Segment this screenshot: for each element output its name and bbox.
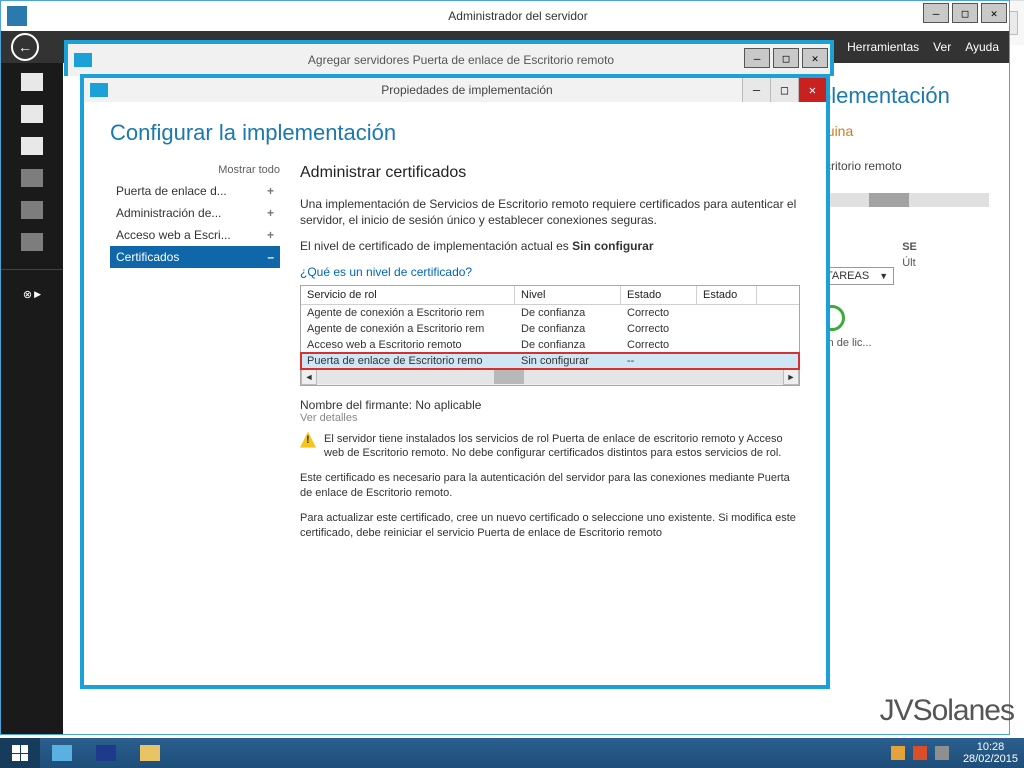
- table-h-scrollbar[interactable]: ◄ ►: [301, 369, 799, 385]
- menu-ver[interactable]: Ver: [933, 40, 951, 54]
- table-row-selected[interactable]: Puerta de enlace de Escritorio remoSin c…: [301, 353, 799, 369]
- sidebar-rds-icon[interactable]: [21, 233, 43, 251]
- nav-item-webaccess[interactable]: Acceso web a Escri...+: [110, 224, 280, 246]
- bg-lic-label: ión de lic...: [819, 337, 1009, 349]
- dialog-right-pane: Administrar certificados Una implementac…: [300, 164, 800, 675]
- table-row[interactable]: Agente de conexión a Escritorio remDe co…: [301, 305, 799, 321]
- menu-herramientas[interactable]: Herramientas: [847, 40, 919, 54]
- sidebar-dashboard-icon[interactable]: [21, 73, 43, 91]
- what-is-cert-level-link[interactable]: ¿Qué es un nivel de certificado?: [300, 265, 800, 279]
- main-minimize-button[interactable]: —: [923, 3, 949, 23]
- sidebar-nps-icon[interactable]: [21, 201, 43, 219]
- taskbar-clock[interactable]: 10:28 28/02/2015: [957, 741, 1024, 765]
- bg-ult-label: Últ: [902, 257, 917, 269]
- wizard-maximize-button[interactable]: □: [773, 48, 799, 68]
- deployment-properties-dialog: Propiedades de implementación — □ ✕ Conf…: [80, 74, 830, 689]
- th-nivel[interactable]: Nivel: [515, 286, 621, 304]
- main-maximize-button[interactable]: □: [952, 3, 978, 23]
- main-titlebar: Administrador del servidor — □ ✕: [1, 1, 1009, 31]
- dialog-nav: Mostrar todo Puerta de enlace d...+ Admi…: [110, 164, 280, 675]
- clock-time: 10:28: [963, 741, 1018, 753]
- bg-text: scritorio remoto: [819, 159, 1009, 173]
- system-tray: [891, 746, 957, 760]
- taskbar-server-manager[interactable]: [40, 738, 84, 768]
- wizard-close-button[interactable]: ✕: [802, 48, 828, 68]
- watermark-text: JVSolanes: [880, 694, 1014, 728]
- taskbar-explorer[interactable]: [128, 738, 172, 768]
- sidebar-iis-icon[interactable]: [21, 169, 43, 187]
- right-heading: Administrar certificados: [300, 164, 800, 182]
- dialog-title: Propiedades de implementación: [108, 83, 826, 97]
- scroll-right-icon[interactable]: ►: [783, 369, 799, 385]
- nav-item-admin[interactable]: Administración de...+: [110, 202, 280, 224]
- main-title: Administrador del servidor: [27, 9, 1009, 23]
- cert-purpose-text: Este certificado es necesario para la au…: [300, 471, 800, 501]
- bg-se-label: SE: [902, 241, 917, 253]
- dialog-heading: Configurar la implementación: [110, 120, 800, 146]
- tray-shield-icon[interactable]: [913, 746, 927, 760]
- sidebar-expand-button[interactable]: ⊗▶: [23, 288, 41, 301]
- wizard-title: Agregar servidores Puerta de enlace de E…: [92, 53, 830, 67]
- dialog-maximize-button[interactable]: □: [770, 78, 798, 102]
- dialog-close-button[interactable]: ✕: [798, 78, 826, 102]
- taskbar: 10:28 28/02/2015: [0, 738, 1024, 768]
- background-deployment-panel: plementación quina scritorio remoto TARE…: [819, 83, 1009, 349]
- tray-volume-icon[interactable]: [935, 746, 949, 760]
- bg-subheading: quina: [819, 123, 1009, 139]
- nav-item-certificates[interactable]: Certificados–: [110, 246, 280, 268]
- menu-ayuda[interactable]: Ayuda: [965, 40, 999, 54]
- level-text: El nivel de certificado de implementació…: [300, 238, 800, 254]
- th-estado2[interactable]: Estado: [697, 286, 757, 304]
- sidebar-all-servers-icon[interactable]: [21, 137, 43, 155]
- main-sidebar: ⊗▶: [1, 63, 63, 734]
- ver-detalles-link[interactable]: Ver detalles: [300, 412, 800, 424]
- bg-heading: plementación: [819, 83, 1009, 109]
- wizard-icon: [74, 53, 92, 67]
- dialog-minimize-button[interactable]: —: [742, 78, 770, 102]
- intro-text: Una implementación de Servicios de Escri…: [300, 196, 800, 228]
- nav-item-gateway[interactable]: Puerta de enlace d...+: [110, 180, 280, 202]
- cert-update-text: Para actualizar este certificado, cree u…: [300, 511, 800, 541]
- signer-label: Nombre del firmante: No aplicable: [300, 398, 800, 412]
- warning-icon: [300, 432, 316, 448]
- main-close-button[interactable]: ✕: [981, 3, 1007, 23]
- tareas-dropdown[interactable]: TAREAS: [819, 267, 894, 285]
- wizard-window: Agregar servidores Puerta de enlace de E…: [64, 40, 834, 76]
- table-header: Servicio de rol Nivel Estado Estado: [301, 286, 799, 305]
- warning-box: El servidor tiene instalados los servici…: [300, 432, 800, 462]
- show-all-link[interactable]: Mostrar todo: [110, 164, 280, 176]
- th-servicio[interactable]: Servicio de rol: [301, 286, 515, 304]
- dialog-icon: [90, 83, 108, 97]
- start-button[interactable]: [0, 738, 40, 768]
- clock-date: 28/02/2015: [963, 753, 1018, 765]
- server-manager-icon: [7, 6, 27, 26]
- table-row[interactable]: Acceso web a Escritorio remotoDe confian…: [301, 337, 799, 353]
- sidebar-local-server-icon[interactable]: [21, 105, 43, 123]
- tray-flag-icon[interactable]: [891, 746, 905, 760]
- wizard-minimize-button[interactable]: —: [744, 48, 770, 68]
- table-row[interactable]: Agente de conexión a Escritorio remDe co…: [301, 321, 799, 337]
- scroll-left-icon[interactable]: ◄: [301, 369, 317, 385]
- taskbar-powershell[interactable]: [84, 738, 128, 768]
- th-estado1[interactable]: Estado: [621, 286, 697, 304]
- warning-text: El servidor tiene instalados los servici…: [324, 432, 800, 462]
- back-button[interactable]: ←: [11, 33, 39, 61]
- certificates-table: Servicio de rol Nivel Estado Estado Agen…: [300, 285, 800, 386]
- dialog-titlebar: Propiedades de implementación — □ ✕: [84, 78, 826, 102]
- bg-scrollbar[interactable]: [819, 193, 989, 207]
